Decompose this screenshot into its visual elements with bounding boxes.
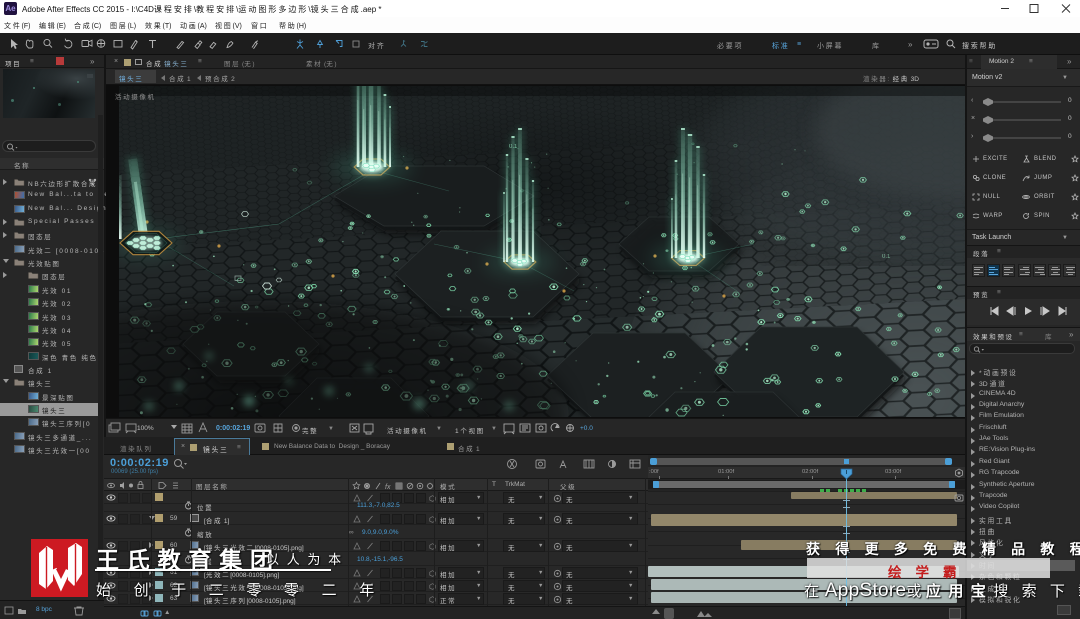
svg-text:fx: fx xyxy=(385,484,391,491)
svg-text:0.1: 0.1 xyxy=(882,254,891,260)
